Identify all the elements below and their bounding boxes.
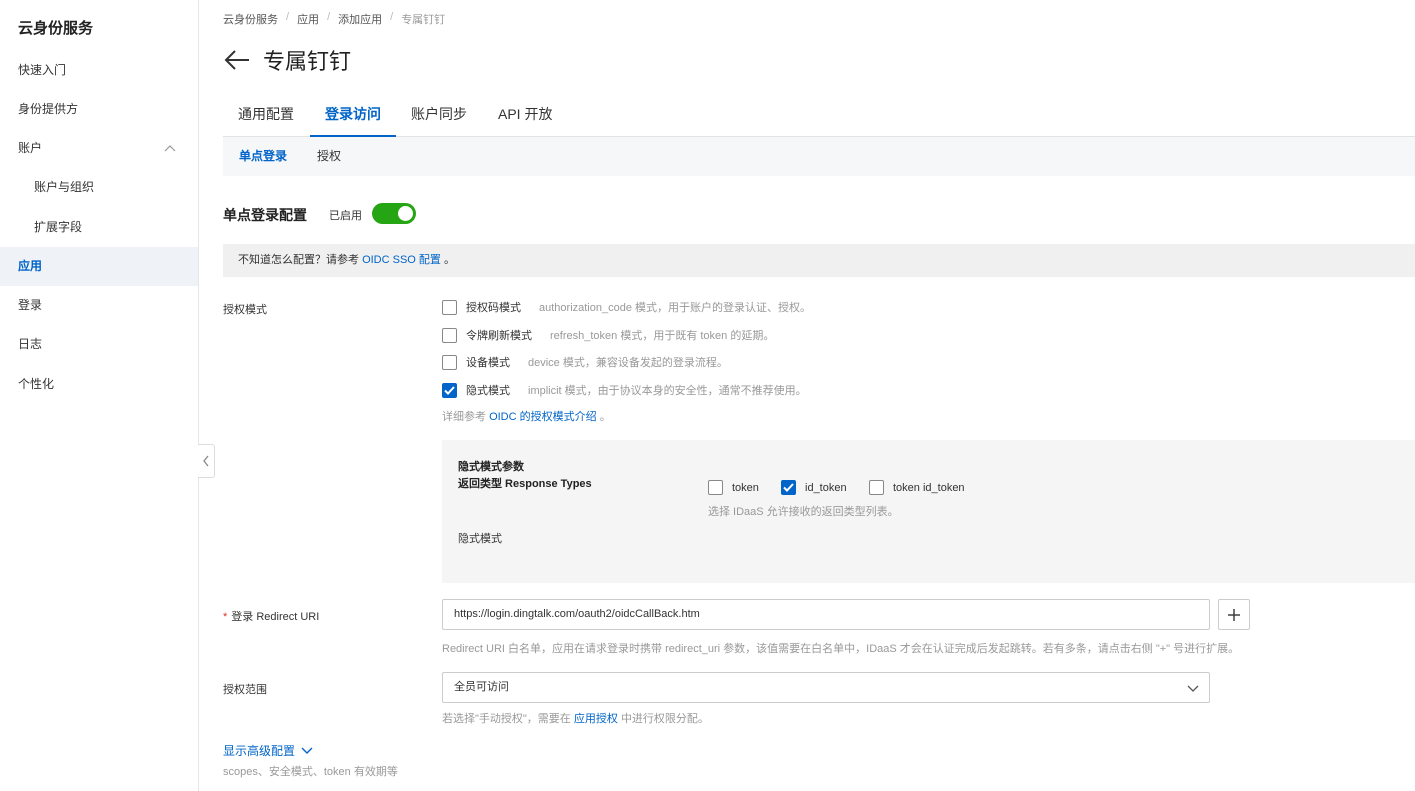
response-type-token-id-token: token id_token	[869, 480, 965, 495]
breadcrumb-item[interactable]: 应用	[297, 11, 319, 27]
hint-text: 若选择"手动授权"，需要在	[442, 713, 571, 725]
required-mark: *	[223, 611, 228, 623]
checkbox[interactable]	[442, 327, 457, 343]
tab-account-sync[interactable]: 账户同步	[396, 96, 482, 137]
main-content: 云身份服务 / 应用 / 添加应用 / 专属钉钉 专属钉钉 通用配置 登录访问 …	[223, 0, 1415, 791]
redirect-uri-input[interactable]: https://login.dingtalk.com/oauth2/oidcCa…	[442, 599, 1210, 630]
advanced-config-desc: scopes、安全模式、token 有效期等	[223, 766, 398, 778]
implicit-params-title: 隐式模式参数	[458, 461, 524, 473]
advanced-label: 显示高级配置	[223, 744, 296, 758]
breadcrumb-item[interactable]: 云身份服务	[223, 11, 278, 27]
chevron-left-icon	[203, 455, 209, 467]
sidebar-item-logs[interactable]: 日志	[0, 325, 198, 364]
show-advanced-config-link[interactable]: 显示高级配置	[223, 742, 313, 759]
breadcrumb: 云身份服务 / 应用 / 添加应用 / 专属钉钉	[223, 11, 445, 27]
toggle-knob	[398, 206, 413, 221]
response-types-label: 返回类型 Response Types	[458, 478, 592, 490]
redirect-uri-label: * 登录 Redirect URI	[223, 608, 319, 624]
title-row: 专属钉钉	[223, 44, 351, 76]
checkmark-icon	[444, 385, 455, 395]
scope-hint: 若选择"手动授权"，需要在 应用授权 中进行权限分配。	[442, 710, 709, 726]
checkbox-label: token	[732, 481, 759, 494]
plus-icon	[1228, 608, 1240, 621]
hint-suffix: 中进行权限分配。	[620, 713, 709, 725]
redirect-uri-hint: Redirect URI 白名单，应用在请求登录时携带 redirect_uri…	[442, 643, 1240, 655]
grant-option-authorization-code: 授权码模式 authorization_code 模式，用于账户的登录认证、授权…	[442, 298, 811, 316]
reference-text: 详细参考	[442, 411, 486, 423]
tab-login-access[interactable]: 登录访问	[310, 96, 396, 137]
sso-enable-toggle[interactable]	[372, 203, 416, 224]
chevron-down-icon	[301, 747, 313, 754]
grant-mode-reference: 详细参考 OIDC 的授权模式介绍 。	[442, 408, 611, 424]
option-description: implicit 模式，由于协议本身的安全性，通常不推荐使用。	[528, 385, 807, 397]
sidebar: 云身份服务 快速入门 身份提供方 账户 账户与组织 扩展字段 应用 登录 日志 …	[0, 0, 199, 791]
sidebar-item-accounts[interactable]: 账户	[0, 129, 198, 168]
breadcrumb-current: 专属钉钉	[401, 14, 446, 26]
sidebar-item-label: 账户	[18, 141, 43, 155]
tab-api[interactable]: API 开放	[483, 96, 567, 137]
response-type-token: token	[708, 480, 759, 495]
app-authorization-link[interactable]: 应用授权	[574, 713, 618, 725]
breadcrumb-separator: /	[390, 11, 394, 23]
tip-link-oidc-sso[interactable]: OIDC SSO 配置	[362, 254, 441, 266]
sidebar-item-extended-fields[interactable]: 扩展字段	[0, 208, 198, 247]
tab-general[interactable]: 通用配置	[223, 96, 309, 137]
implicit-mode-label: 隐式模式	[458, 533, 502, 545]
grant-option-implicit: 隐式模式 implicit 模式，由于协议本身的安全性，通常不推荐使用。	[442, 381, 807, 399]
sidebar-brand: 云身份服务	[18, 20, 94, 37]
checkbox-label: 令牌刷新模式	[466, 330, 532, 342]
tip-suffix: 。	[443, 254, 455, 266]
subtab-authorization[interactable]: 授权	[317, 137, 341, 176]
checkbox[interactable]	[442, 354, 457, 370]
checkbox-label: 设备模式	[466, 357, 510, 369]
sidebar-item-personalization[interactable]: 个性化	[0, 365, 198, 404]
checkbox[interactable]	[708, 480, 723, 495]
breadcrumb-separator: /	[286, 11, 290, 23]
tab-bar: 通用配置 登录访问 账户同步 API 开放	[223, 96, 1415, 137]
tip-text: 不知道怎么配置？请参考	[238, 254, 359, 266]
sidebar-item-applications[interactable]: 应用	[0, 247, 198, 286]
page-title: 专属钉钉	[263, 49, 352, 74]
sso-config-title: 单点登录配置	[223, 207, 307, 223]
checkbox-checked[interactable]	[781, 480, 796, 495]
grant-option-refresh-token: 令牌刷新模式 refresh_token 模式，用于既有 token 的延期。	[442, 326, 774, 344]
reference-suffix: 。	[599, 411, 611, 423]
breadcrumb-item[interactable]: 添加应用	[338, 11, 382, 27]
response-types-hint: 选择 IDaaS 允许接收的返回类型列表。	[708, 506, 899, 518]
checkbox-label: 隐式模式	[466, 385, 510, 397]
breadcrumb-separator: /	[327, 11, 331, 23]
label-text: 登录 Redirect URI	[231, 611, 320, 623]
back-arrow-icon[interactable]	[223, 46, 251, 74]
checkmark-icon	[783, 483, 794, 492]
option-description: refresh_token 模式，用于既有 token 的延期。	[550, 330, 775, 342]
grant-mode-label: 授权模式	[223, 304, 267, 316]
subtab-bar: 单点登录 授权	[223, 137, 1415, 176]
option-description: device 模式，兼容设备发起的登录流程。	[528, 357, 728, 369]
implicit-params-panel: 隐式模式参数 返回类型 Response Types token id_toke…	[442, 440, 1415, 583]
sidebar-item-login[interactable]: 登录	[0, 286, 198, 325]
option-description: authorization_code 模式，用于账户的登录认证、授权。	[539, 302, 812, 314]
response-type-id-token: id_token	[781, 480, 847, 495]
help-tip-bar: 不知道怎么配置？请参考 OIDC SSO 配置 。	[223, 244, 1415, 277]
sidebar-item-identity-provider[interactable]: 身份提供方	[0, 90, 198, 129]
checkbox-label: 授权码模式	[466, 302, 521, 314]
sidebar-item-accounts-org[interactable]: 账户与组织	[0, 168, 198, 207]
checkbox-checked[interactable]	[442, 382, 457, 398]
sidebar-item-quickstart[interactable]: 快速入门	[0, 51, 198, 90]
scope-label: 授权范围	[223, 684, 267, 696]
chevron-down-icon	[1187, 685, 1199, 692]
checkbox[interactable]	[442, 299, 457, 315]
scope-selected-value: 全员可访问	[454, 681, 509, 693]
checkbox-label: token id_token	[893, 481, 965, 494]
add-redirect-uri-button[interactable]	[1218, 599, 1250, 630]
sso-status-label: 已启用	[329, 210, 362, 222]
checkbox-label: id_token	[805, 481, 847, 494]
grant-option-device: 设备模式 device 模式，兼容设备发起的登录流程。	[442, 353, 728, 371]
sidebar-collapse-button[interactable]	[198, 444, 215, 478]
scope-select[interactable]: 全员可访问	[442, 672, 1210, 703]
oidc-grant-mode-link[interactable]: OIDC 的授权模式介绍	[489, 411, 597, 423]
checkbox[interactable]	[869, 480, 884, 495]
subtab-sso[interactable]: 单点登录	[239, 137, 287, 176]
